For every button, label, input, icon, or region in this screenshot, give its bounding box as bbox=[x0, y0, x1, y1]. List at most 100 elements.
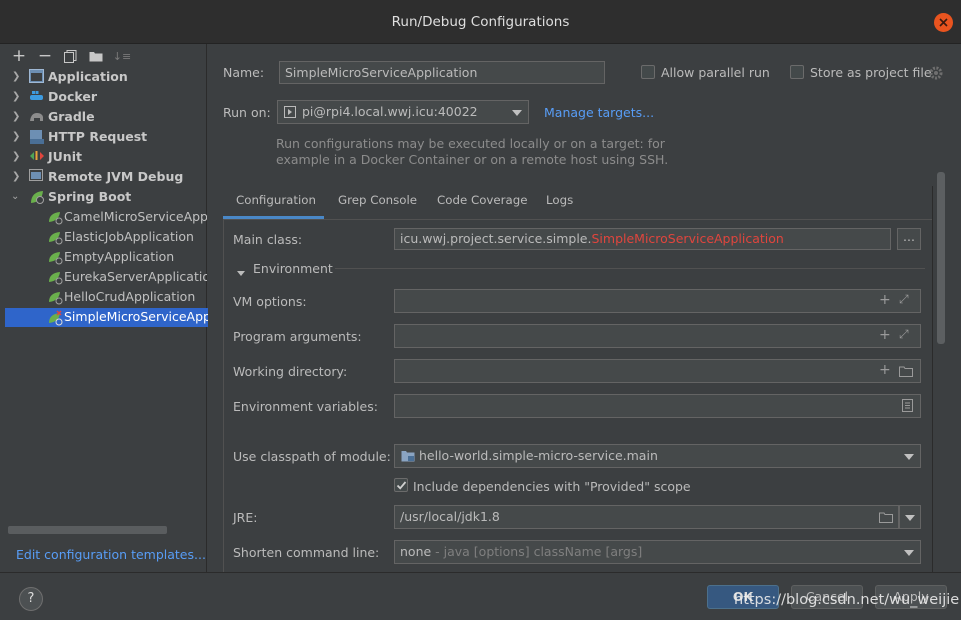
http-request-icon bbox=[29, 129, 45, 145]
tree-item-junit[interactable]: ❯ JUnit bbox=[0, 147, 207, 167]
main-class-input[interactable]: icu.wwj.project.service.simple.SimpleMic… bbox=[394, 228, 891, 250]
tree-item-gradle[interactable]: ❯ Gradle bbox=[0, 107, 207, 127]
watermark-text: https://blog.csdn.net/wu_weijie bbox=[734, 592, 960, 608]
tab-code-coverage[interactable]: Code Coverage bbox=[437, 193, 527, 207]
chevron-down-icon bbox=[512, 110, 522, 116]
chevron-right-icon: ❯ bbox=[12, 151, 21, 162]
folder-icon[interactable] bbox=[879, 511, 893, 526]
close-icon bbox=[939, 18, 948, 27]
jre-dropdown-button[interactable] bbox=[899, 505, 921, 529]
classpath-module-value: hello-world.simple-micro-service.main bbox=[419, 448, 658, 463]
run-on-value: pi@rpi4.local.wwj.icu:40022 bbox=[302, 104, 478, 119]
tree-item-hello-crud[interactable]: HelloCrudApplication bbox=[0, 287, 207, 307]
allow-parallel-checkbox[interactable] bbox=[641, 65, 655, 79]
program-args-input[interactable]: + ⤢ bbox=[394, 324, 921, 348]
tree-item-elastic-job[interactable]: ElasticJobApplication bbox=[0, 227, 207, 247]
chevron-down-icon bbox=[904, 550, 914, 556]
name-label: Name: bbox=[223, 65, 265, 80]
chevron-down-icon[interactable] bbox=[236, 265, 246, 280]
tab-grep-console[interactable]: Grep Console bbox=[338, 193, 417, 207]
folder-icon[interactable] bbox=[899, 365, 913, 380]
gear-icon[interactable] bbox=[929, 66, 943, 83]
env-vars-input[interactable] bbox=[394, 394, 921, 418]
shorten-cmd-label: Shorten command line: bbox=[233, 545, 380, 560]
sort-icon[interactable]: ↓≡ bbox=[113, 47, 131, 65]
name-input[interactable]: SimpleMicroServiceApplication bbox=[279, 61, 605, 84]
environment-divider bbox=[335, 268, 925, 269]
edit-templates-link[interactable]: Edit configuration templates... bbox=[16, 547, 206, 562]
spring-boot-error-icon bbox=[48, 310, 64, 329]
main-class-package: icu.wwj.project.service.simple. bbox=[400, 231, 592, 246]
target-icon bbox=[284, 106, 296, 121]
jre-value: /usr/local/jdk1.8 bbox=[400, 509, 500, 524]
window-title: Run/Debug Configurations bbox=[391, 14, 570, 30]
copy-icon[interactable] bbox=[61, 47, 79, 65]
spring-boot-icon bbox=[48, 209, 64, 225]
jre-label: JRE: bbox=[233, 510, 258, 525]
chevron-right-icon: ❯ bbox=[12, 91, 21, 102]
help-button[interactable]: ? bbox=[19, 587, 43, 611]
tree-item-camel[interactable]: CamelMicroServiceApplication bbox=[0, 207, 207, 227]
run-on-label: Run on: bbox=[223, 105, 271, 120]
tab-configuration[interactable]: Configuration bbox=[236, 193, 316, 207]
classpath-module-select[interactable]: hello-world.simple-micro-service.main bbox=[394, 444, 921, 468]
plus-icon[interactable]: + bbox=[879, 362, 891, 378]
chevron-down-icon bbox=[904, 454, 914, 460]
tree-item-empty[interactable]: EmptyApplication bbox=[0, 247, 207, 267]
spring-boot-icon bbox=[48, 229, 64, 245]
main-class-name-error: SimpleMicroServiceApplication bbox=[591, 231, 784, 246]
plus-icon[interactable]: + bbox=[879, 327, 891, 343]
title-bar: Run/Debug Configurations bbox=[0, 0, 961, 44]
dialog-button-bar: ? OK Cancel Apply https://blog.csdn.net/… bbox=[0, 572, 961, 620]
run-on-select[interactable]: pi@rpi4.local.wwj.icu:40022 bbox=[277, 100, 529, 124]
list-icon[interactable] bbox=[902, 399, 913, 415]
store-project-checkbox[interactable] bbox=[790, 65, 804, 79]
tree-item-application[interactable]: ❯ Application bbox=[0, 67, 207, 87]
shorten-cmd-value: none bbox=[400, 544, 432, 559]
tree-item-eureka[interactable]: EurekaServerApplication bbox=[0, 267, 207, 287]
tree-item-docker[interactable]: ❯ Docker bbox=[0, 87, 207, 107]
chevron-right-icon: ❯ bbox=[12, 71, 21, 82]
env-vars-label: Environment variables: bbox=[233, 399, 378, 414]
expand-icon[interactable]: ⤢ bbox=[899, 327, 909, 342]
module-icon bbox=[401, 450, 415, 465]
panel-divider bbox=[932, 186, 933, 572]
tab-logs[interactable]: Logs bbox=[546, 193, 573, 207]
jre-input[interactable]: /usr/local/jdk1.8 bbox=[394, 505, 899, 529]
store-project-label: Store as project file bbox=[810, 65, 932, 80]
chevron-down-icon: ⌄ bbox=[11, 191, 20, 202]
working-dir-input[interactable]: + bbox=[394, 359, 921, 383]
junit-icon bbox=[29, 149, 45, 165]
vm-options-label: VM options: bbox=[233, 294, 307, 309]
add-icon[interactable]: + bbox=[10, 46, 28, 66]
tree-horizontal-scrollbar[interactable] bbox=[8, 526, 167, 534]
shorten-cmd-select[interactable]: none - java [options] className [args] bbox=[394, 540, 921, 564]
vm-options-input[interactable]: + ⤢ bbox=[394, 289, 921, 313]
vertical-scrollbar[interactable] bbox=[937, 172, 945, 344]
expand-icon[interactable]: ⤢ bbox=[899, 292, 909, 307]
folder-icon[interactable] bbox=[87, 47, 105, 65]
main-class-label: Main class: bbox=[233, 232, 303, 247]
program-args-label: Program arguments: bbox=[233, 329, 362, 344]
shorten-cmd-hint: - java [options] className [args] bbox=[431, 544, 643, 559]
classpath-label: Use classpath of module: bbox=[233, 449, 391, 464]
environment-section-title[interactable]: Environment bbox=[253, 261, 333, 276]
spring-boot-icon bbox=[29, 189, 45, 205]
remote-debug-icon bbox=[29, 169, 45, 185]
plus-icon[interactable]: + bbox=[879, 292, 891, 308]
check-icon bbox=[396, 481, 407, 490]
gradle-icon bbox=[29, 109, 45, 125]
spring-boot-icon bbox=[48, 289, 64, 305]
configuration-tab-panel: Main class: icu.wwj.project.service.simp… bbox=[223, 219, 933, 579]
remove-icon[interactable]: − bbox=[36, 46, 54, 66]
include-deps-checkbox[interactable] bbox=[394, 478, 408, 492]
close-button[interactable] bbox=[934, 13, 953, 32]
tree-item-spring-boot[interactable]: ⌄ Spring Boot bbox=[0, 187, 207, 207]
tree-item-remote-jvm-debug[interactable]: ❯ Remote JVM Debug bbox=[0, 167, 207, 187]
browse-main-class-button[interactable]: ... bbox=[897, 228, 921, 250]
spring-boot-icon bbox=[48, 269, 64, 285]
run-on-hint-2: example in a Docker Container or on a re… bbox=[276, 152, 669, 167]
tree-item-http-request[interactable]: ❯ HTTP Request bbox=[0, 127, 207, 147]
manage-targets-link[interactable]: Manage targets... bbox=[544, 105, 654, 120]
docker-icon bbox=[29, 89, 45, 105]
